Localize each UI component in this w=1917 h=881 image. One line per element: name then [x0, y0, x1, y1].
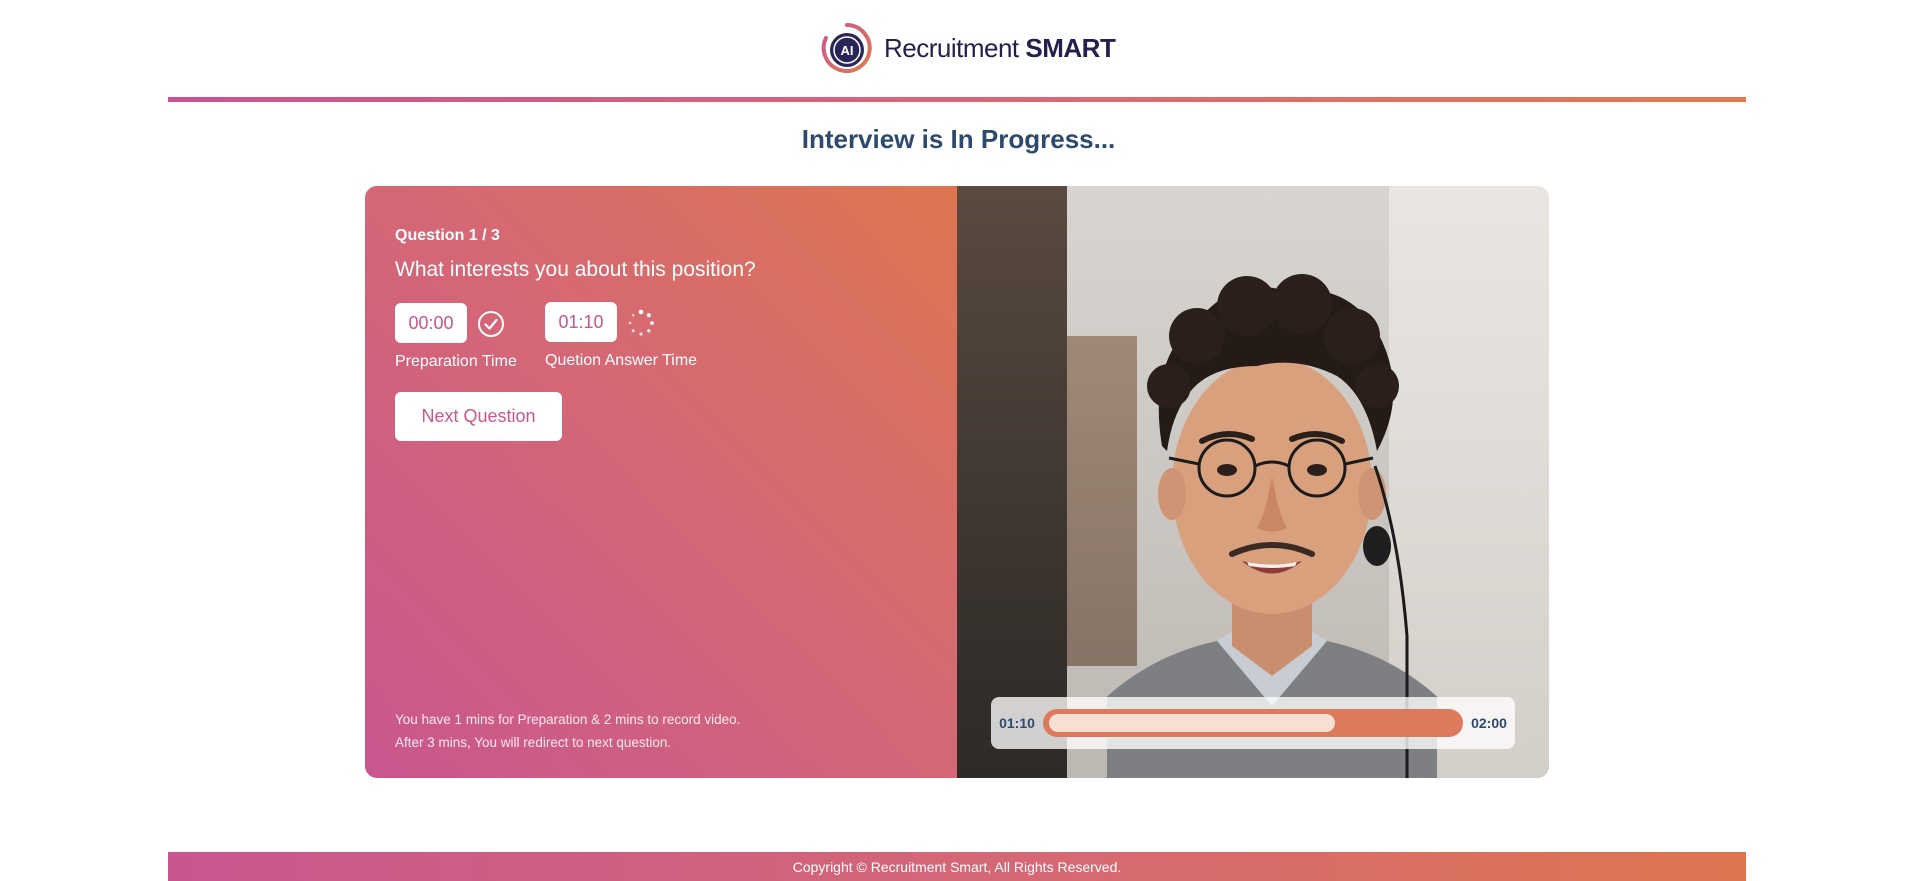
question-counter: Question 1 / 3: [395, 227, 500, 244]
page-title: Interview is In Progress...: [801, 124, 1116, 154]
loading-spinner-icon: [628, 309, 654, 336]
answer-time-value: 01:10: [545, 302, 617, 342]
progress-track[interactable]: [1043, 709, 1463, 737]
ai-logo-icon: AI: [821, 23, 872, 73]
total-time: 02:00: [1471, 715, 1507, 731]
preparation-timer: 00:00 Preparation Time: [395, 303, 517, 370]
video-progress-bar[interactable]: 01:10 02:00: [991, 697, 1515, 749]
brand-name: Recruitment SMART: [884, 32, 1116, 64]
header-divider: [168, 97, 1746, 102]
preparation-time-value: 00:00: [395, 303, 467, 343]
logo-mark-text: AI: [841, 43, 854, 58]
note-line-2: After 3 mins, You will redirect to next …: [395, 735, 672, 750]
check-circle-icon: [478, 311, 504, 337]
question-text: What interests you about this position?: [395, 258, 756, 281]
elapsed-time: 01:10: [999, 715, 1035, 731]
instructions-note: You have 1 mins for Preparation & 2 mins…: [395, 708, 740, 754]
next-question-button[interactable]: Next Question: [395, 392, 562, 441]
video-background-shelf: [957, 186, 1067, 778]
note-line-1: You have 1 mins for Preparation & 2 mins…: [395, 712, 741, 727]
footer: Copyright © Recruitment Smart, All Right…: [168, 852, 1746, 881]
interview-card: Question 1 / 3 What interests you about …: [365, 186, 1549, 778]
copyright-text: Copyright © Recruitment Smart, All Right…: [792, 859, 1122, 875]
video-preview[interactable]: 01:10 02:00: [957, 186, 1549, 778]
answer-timer: 01:10 Quetion Answer Time: [545, 302, 697, 369]
brand-bold: SMART: [1025, 32, 1116, 63]
brand-light: Recruitment: [884, 32, 1019, 63]
question-panel: Question 1 / 3 What interests you about …: [365, 186, 957, 778]
header: AI Recruitment SMART: [0, 0, 1917, 102]
progress-fill: [1049, 714, 1335, 732]
answer-time-label: Quetion Answer Time: [545, 352, 698, 369]
preparation-time-label: Preparation Time: [395, 353, 517, 370]
logo[interactable]: AI Recruitment SMART: [820, 20, 1116, 76]
